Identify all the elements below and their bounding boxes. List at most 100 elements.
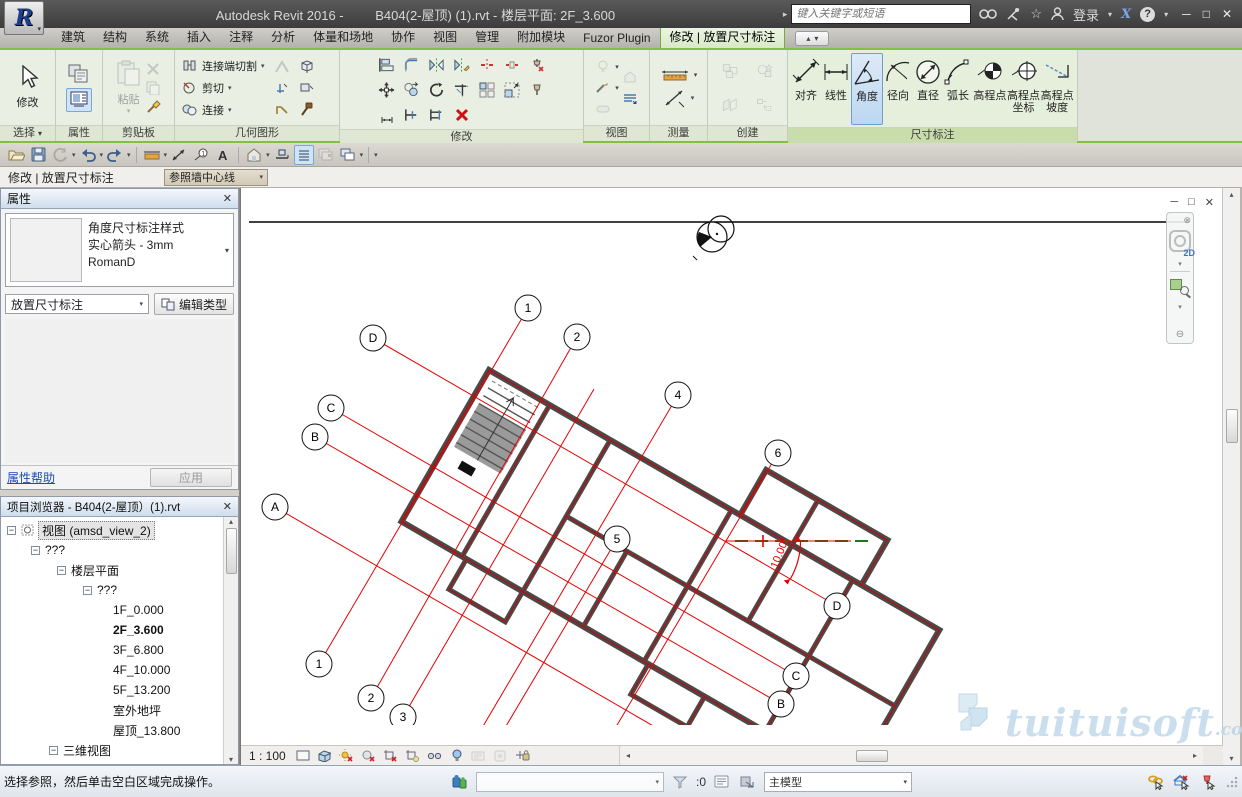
ribbon-collapse-button[interactable]: ▴ ▾ bbox=[795, 31, 829, 46]
vscroll-up-icon[interactable]: ▴ bbox=[1229, 190, 1233, 199]
vscroll-thumb[interactable] bbox=[1226, 409, 1238, 443]
edit-type-button[interactable]: 编辑类型 bbox=[154, 293, 234, 315]
zoom-region-icon[interactable] bbox=[1170, 277, 1190, 295]
stair[interactable] bbox=[445, 381, 538, 489]
cut-icon[interactable] bbox=[145, 61, 162, 77]
join-geometry-icon[interactable] bbox=[181, 102, 198, 118]
qat-dimension-icon[interactable] bbox=[169, 145, 189, 165]
delete-icon[interactable] bbox=[453, 107, 470, 123]
cope-icon[interactable] bbox=[181, 58, 198, 74]
minimize-button[interactable]: ─ bbox=[1182, 7, 1191, 21]
wheel-dropdown-icon[interactable]: ▾ bbox=[1178, 260, 1182, 268]
tree-node-level-active[interactable]: 2F_3.600 bbox=[1, 620, 223, 640]
tree-node-level[interactable]: 3F_6.800 bbox=[1, 640, 223, 660]
open-icon[interactable] bbox=[6, 145, 26, 165]
dim-aligned-button[interactable]: 对齐 bbox=[791, 53, 821, 125]
align-dim-icon[interactable] bbox=[378, 107, 395, 123]
redo-icon[interactable] bbox=[105, 145, 125, 165]
worksets-icon[interactable] bbox=[450, 772, 470, 792]
tab-view[interactable]: 视图 bbox=[424, 26, 466, 48]
sun-path-icon[interactable] bbox=[338, 747, 356, 764]
help-icon[interactable]: ? bbox=[1140, 7, 1155, 22]
qat-3d-dropdown-icon[interactable]: ▾ bbox=[266, 151, 270, 159]
qat-tag-icon[interactable]: 1 bbox=[191, 145, 211, 165]
save-icon[interactable] bbox=[28, 145, 48, 165]
mirror-pick-axis-icon[interactable] bbox=[428, 57, 445, 73]
unjoin-icon[interactable] bbox=[274, 101, 291, 117]
favorites-icon[interactable]: ☆ bbox=[1030, 6, 1042, 22]
resize-grip[interactable] bbox=[1226, 776, 1238, 788]
cut-geometry-label[interactable]: 剪切 bbox=[202, 80, 224, 96]
demolish-icon[interactable] bbox=[298, 101, 315, 117]
thin-lines-icon[interactable] bbox=[294, 145, 314, 165]
modify-cursor-icon[interactable] bbox=[17, 65, 39, 91]
collapse-box[interactable]: − bbox=[7, 526, 16, 535]
qat-customize-icon[interactable]: ▾ bbox=[374, 151, 378, 159]
shadows-icon[interactable] bbox=[360, 747, 378, 764]
qat-text-icon[interactable]: A bbox=[213, 145, 233, 165]
hscroll-left-icon[interactable]: ◂ bbox=[620, 751, 636, 760]
dim-angular-button[interactable]: 角度 bbox=[851, 53, 883, 125]
tree-node-3d-child[interactable]: +??? bbox=[1, 760, 223, 764]
browser-scroll-up-icon[interactable]: ▴ bbox=[229, 517, 233, 526]
properties-close-icon[interactable]: ✕ bbox=[223, 192, 232, 205]
collapse-box[interactable]: − bbox=[49, 746, 58, 755]
create-similar-icon[interactable] bbox=[756, 63, 773, 79]
tree-node-subcategory[interactable]: −??? bbox=[1, 580, 223, 600]
hscroll-track[interactable] bbox=[636, 749, 1187, 763]
design-option-combo[interactable]: 主模型▾ bbox=[764, 772, 912, 792]
tree-node-discipline[interactable]: −??? bbox=[1, 540, 223, 560]
sync-dropdown-icon[interactable]: ▾ bbox=[72, 151, 76, 159]
trim-single-icon[interactable] bbox=[403, 107, 420, 123]
design-options-icon[interactable] bbox=[738, 772, 758, 792]
wall-joins-icon[interactable] bbox=[274, 59, 291, 75]
cut-geometry-icon[interactable] bbox=[181, 80, 198, 96]
redo-dropdown-icon[interactable]: ▾ bbox=[127, 151, 131, 159]
spot-slope-button[interactable]: 高程点 坡度 bbox=[1040, 53, 1074, 125]
signin-label[interactable]: 登录 bbox=[1073, 5, 1099, 24]
view-scale[interactable]: 1 : 100 bbox=[249, 749, 286, 763]
tree-node-level[interactable]: 5F_13.200 bbox=[1, 680, 223, 700]
trim-extend-corner-icon[interactable] bbox=[453, 82, 470, 98]
cascade-icon[interactable] bbox=[622, 90, 639, 106]
align-icon[interactable] bbox=[378, 57, 395, 73]
vscroll-down-icon[interactable]: ▾ bbox=[1229, 754, 1233, 763]
navbar-minimize-icon[interactable]: ⊖ bbox=[1176, 329, 1184, 340]
properties-help-link[interactable]: 属性帮助 bbox=[7, 469, 55, 486]
create-group-icon[interactable] bbox=[722, 63, 739, 79]
type-selector[interactable]: 角度尺寸标注样式 实心箭头 - 3mm RomanD ▾ bbox=[5, 213, 234, 287]
help-dropdown-icon[interactable]: ▾ bbox=[1164, 10, 1168, 19]
drawing-canvas[interactable]: ─ □ ✕ ⊗ 2D ▾ ▾ ⊖ bbox=[240, 188, 1222, 765]
properties-palette-toggle[interactable] bbox=[66, 88, 92, 112]
zoom-dropdown-icon[interactable]: ▾ bbox=[1178, 303, 1182, 311]
navbar-close-icon[interactable]: ⊗ bbox=[1183, 215, 1191, 226]
cope-label[interactable]: 连接端切割 bbox=[202, 58, 257, 74]
beam-joins-icon[interactable] bbox=[274, 80, 291, 96]
steering-wheel-2d-icon[interactable]: 2D bbox=[1169, 230, 1191, 252]
tab-insert[interactable]: 插入 bbox=[178, 26, 220, 48]
tree-node-level[interactable]: 4F_10.000 bbox=[1, 660, 223, 680]
undo-icon[interactable] bbox=[78, 145, 98, 165]
trim-multiple-icon[interactable] bbox=[428, 107, 445, 123]
spot-coordinate-button[interactable]: 高程点 坐标 bbox=[1007, 53, 1041, 125]
worksharing-display-icon[interactable] bbox=[470, 747, 488, 764]
reveal-constraints-icon[interactable] bbox=[514, 747, 532, 764]
tab-architecture[interactable]: 建筑 bbox=[52, 26, 94, 48]
pin-icon[interactable] bbox=[528, 82, 545, 98]
view-close-icon[interactable]: ✕ bbox=[1205, 196, 1214, 209]
dim-arc-length-button[interactable]: 弧长 bbox=[943, 53, 973, 125]
search-icon[interactable] bbox=[979, 7, 997, 21]
modify-button-label[interactable]: 修改 bbox=[17, 94, 39, 110]
grid-lines[interactable] bbox=[275, 308, 837, 725]
load-as-group-icon[interactable] bbox=[756, 97, 773, 113]
browser-scroll-down-icon[interactable]: ▾ bbox=[229, 755, 233, 764]
sync-icon[interactable] bbox=[50, 145, 70, 165]
workset-combo[interactable]: ▾ bbox=[476, 772, 664, 792]
browser-scroll-thumb[interactable] bbox=[226, 528, 237, 574]
switch-windows-icon[interactable] bbox=[338, 145, 358, 165]
tab-manage[interactable]: 管理 bbox=[466, 26, 508, 48]
tree-node-level[interactable]: 室外地坪 bbox=[1, 700, 223, 720]
panel-select-footer[interactable]: 选择 ▾ bbox=[0, 125, 55, 141]
grid-bubbles[interactable]: 1 2 4 6 5 D C B A 1 2 3 D C B bbox=[262, 295, 850, 725]
array-icon[interactable] bbox=[478, 82, 495, 98]
